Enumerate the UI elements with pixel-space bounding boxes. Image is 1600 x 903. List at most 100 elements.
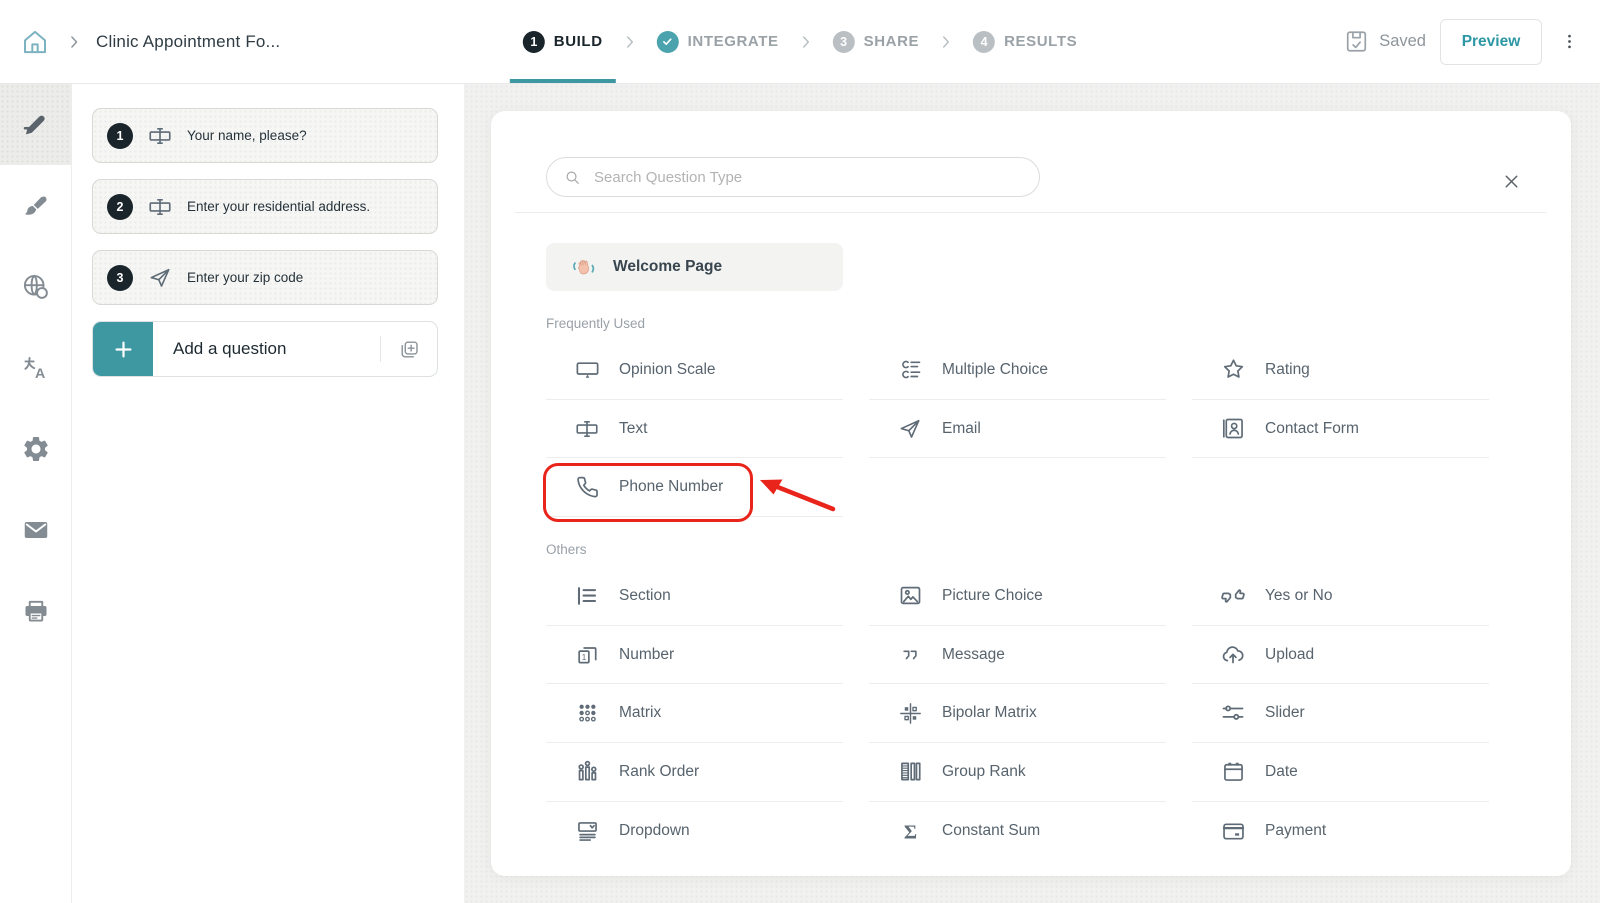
question-type-label: Email	[942, 420, 981, 438]
step-check-icon	[657, 31, 679, 53]
question-type-label: Payment	[1265, 822, 1326, 840]
rail-item-settings[interactable]	[0, 408, 71, 489]
question-type-date[interactable]: Date	[1192, 743, 1489, 802]
rail-item-build[interactable]	[0, 84, 71, 165]
dropdown-icon	[572, 818, 602, 845]
question-type-label: Multiple Choice	[942, 361, 1048, 379]
question-list: 1Your name, please? 2Enter your residenti…	[92, 108, 438, 305]
waving-hand-icon	[570, 253, 597, 282]
question-label: Enter your zip code	[187, 270, 303, 285]
question-type-email[interactable]: Email	[869, 400, 1166, 459]
multiple-choice-icon	[895, 356, 925, 383]
divider	[515, 212, 1546, 213]
rail-item-email[interactable]	[0, 489, 71, 570]
question-type-rank-order[interactable]: Rank Order	[546, 743, 843, 802]
question-number-badge: 3	[107, 265, 133, 291]
question-label: Enter your residential address.	[187, 199, 370, 214]
save-icon	[1343, 28, 1370, 55]
pencil-icon	[21, 110, 51, 140]
question-type-label: Matrix	[619, 704, 661, 722]
plus-icon	[112, 338, 135, 361]
question-type-label: Text	[619, 420, 647, 438]
question-type-multiple-choice[interactable]: Multiple Choice	[869, 341, 1166, 400]
question-type-number[interactable]: 1Number	[546, 626, 843, 685]
question-card[interactable]: 3 Enter your zip code	[92, 250, 438, 305]
step-label: RESULTS	[1004, 33, 1077, 50]
question-type-yes-or-no[interactable]: Yes or No	[1192, 567, 1489, 626]
question-type-section[interactable]: Section	[546, 567, 843, 626]
question-type-payment[interactable]: Payment	[1192, 802, 1489, 861]
question-type-slider[interactable]: Slider	[1192, 684, 1489, 743]
question-type-label: Slider	[1265, 704, 1305, 722]
question-panel: 1Your name, please? 2Enter your residenti…	[72, 84, 464, 903]
step-separator-chevron-icon	[936, 32, 956, 52]
welcome-page-item[interactable]: Welcome Page	[546, 243, 843, 291]
rail-item-translate[interactable]: A	[0, 327, 71, 408]
kebab-icon	[1560, 32, 1579, 51]
save-status: Saved	[1343, 28, 1426, 55]
question-type-picture-choice[interactable]: Picture Choice	[869, 567, 1166, 626]
upload-icon	[1218, 641, 1248, 669]
question-type-dropdown[interactable]: Dropdown	[546, 802, 843, 861]
breadcrumb-chevron-icon	[64, 32, 84, 52]
wizard-step-results[interactable]: 4RESULTS	[971, 0, 1079, 83]
message-icon	[895, 642, 925, 668]
rail-item-language[interactable]	[0, 246, 71, 327]
question-type-contact-form[interactable]: Contact Form	[1192, 400, 1489, 459]
question-type-bipolar-matrix[interactable]: Bipolar Matrix	[869, 684, 1166, 743]
picture-choice-icon	[895, 582, 925, 609]
rating-icon	[1218, 356, 1248, 383]
more-menu-button[interactable]	[1556, 24, 1582, 60]
search-bar[interactable]	[546, 157, 1040, 197]
payment-icon	[1218, 818, 1248, 845]
question-type-phone-number[interactable]: Phone Number	[546, 458, 843, 517]
yes-no-icon	[1218, 582, 1248, 610]
home-button[interactable]	[18, 25, 52, 59]
phone-icon	[572, 474, 602, 501]
add-question-button[interactable]: Add a question	[92, 321, 438, 377]
question-type-label: Message	[942, 646, 1005, 664]
question-type-rating[interactable]: Rating	[1192, 341, 1489, 400]
close-picker-button[interactable]	[1497, 167, 1525, 195]
printer-icon	[21, 596, 51, 626]
rank-order-icon	[572, 758, 602, 785]
question-type-text[interactable]: Text	[546, 400, 843, 459]
left-rail: A	[0, 84, 72, 903]
contact-form-icon	[1218, 415, 1248, 442]
question-type-picker: Welcome Page Frequently UsedOpinion Scal…	[491, 111, 1571, 876]
search-input[interactable]	[592, 168, 1023, 187]
question-type-matrix[interactable]: Matrix	[546, 684, 843, 743]
question-type-group-rank[interactable]: Group Rank	[869, 743, 1166, 802]
question-type-message[interactable]: Message	[869, 626, 1166, 685]
paper-plane-icon	[895, 416, 925, 442]
wizard-step-share[interactable]: 3SHARE	[831, 0, 922, 83]
preview-button[interactable]: Preview	[1440, 19, 1542, 65]
question-card[interactable]: 2Enter your residential address.	[92, 179, 438, 234]
question-type-label: Dropdown	[619, 822, 690, 840]
number-icon: 1	[572, 641, 602, 668]
step-separator-chevron-icon	[620, 32, 640, 52]
question-type-opinion-scale[interactable]: Opinion Scale	[546, 341, 843, 400]
question-type-label: Upload	[1265, 646, 1314, 664]
wizard-steps: 1BUILD INTEGRATE 3SHARE 4RESULTS	[521, 0, 1079, 83]
rail-item-print[interactable]	[0, 570, 71, 651]
question-type-grid: Opinion Scale Multiple Choice Rating Text Em…	[546, 341, 1571, 517]
question-card[interactable]: 1Your name, please?	[92, 108, 438, 163]
question-type-constant-sum[interactable]: ΣConstant Sum	[869, 802, 1166, 861]
home-icon	[19, 26, 51, 58]
rail-item-design[interactable]	[0, 165, 71, 246]
step-label: SHARE	[864, 33, 920, 50]
stage: Welcome Page Frequently UsedOpinion Scal…	[464, 84, 1600, 903]
slider-icon	[1218, 699, 1248, 727]
bulk-add-button[interactable]	[381, 338, 437, 361]
step-number: 1	[523, 31, 545, 53]
search-icon	[563, 168, 582, 187]
opinion-scale-icon	[572, 356, 602, 383]
bipolar-matrix-icon	[895, 700, 925, 727]
add-question-plus[interactable]	[93, 322, 153, 376]
question-type-sections: Frequently UsedOpinion ScaleMultiple Cho…	[546, 316, 1571, 861]
question-type-upload[interactable]: Upload	[1192, 626, 1489, 685]
svg-text:A: A	[35, 366, 45, 382]
wizard-step-build[interactable]: 1BUILD	[521, 0, 605, 83]
wizard-step-integrate[interactable]: INTEGRATE	[655, 0, 781, 83]
